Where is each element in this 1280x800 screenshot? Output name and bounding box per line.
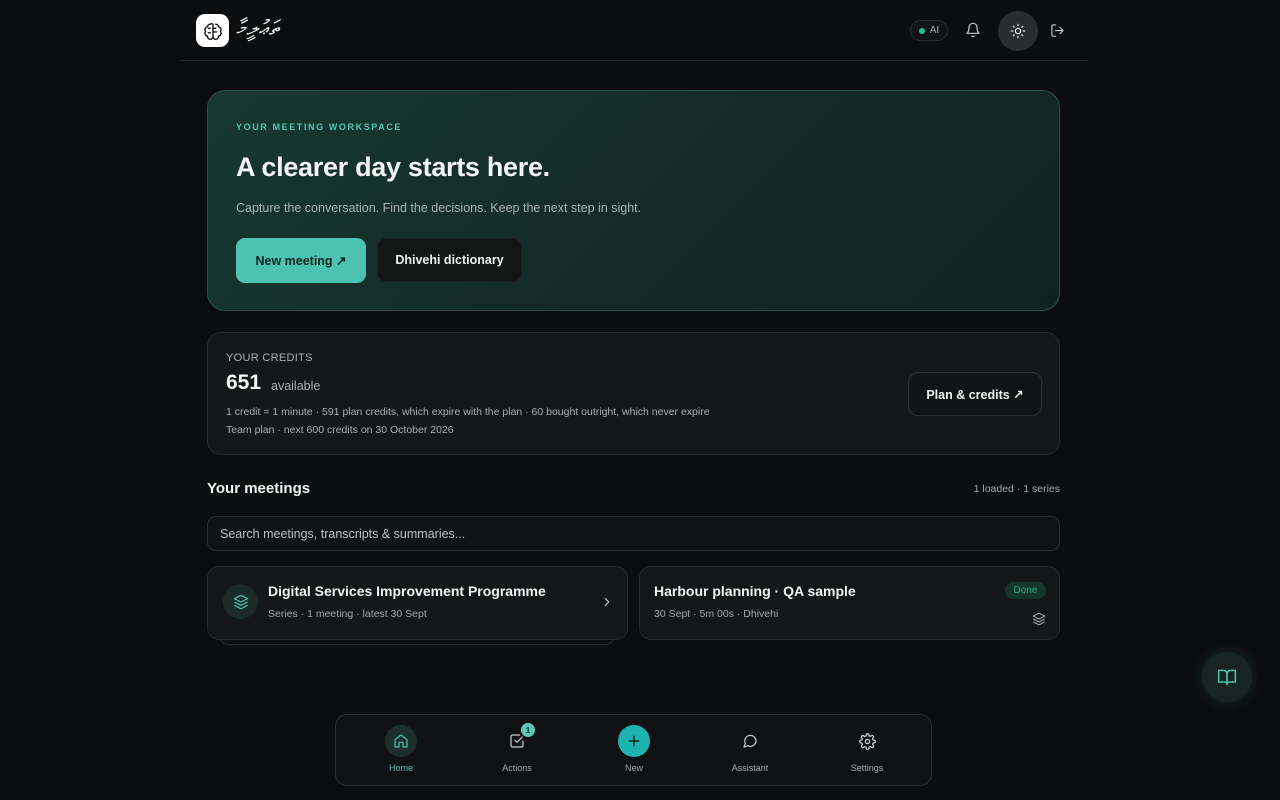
notifications-button[interactable] bbox=[963, 20, 983, 40]
dhivehi-dictionary-button[interactable]: Dhivehi dictionary bbox=[377, 238, 522, 282]
plan-credits-button[interactable]: Plan & credits ↗ bbox=[908, 372, 1042, 416]
new-meeting-button[interactable]: New meeting ↗ bbox=[236, 238, 366, 283]
layers-icon[interactable] bbox=[1032, 612, 1046, 626]
nav-assistant-label: Assistant bbox=[731, 763, 769, 773]
ai-label: AI bbox=[929, 25, 940, 36]
meeting-card-meta: 30 Sept · 5m 00s · Dhivehi bbox=[654, 608, 779, 620]
nav-settings[interactable]: Settings bbox=[827, 725, 907, 777]
meetings-heading: Your meetings bbox=[207, 480, 311, 497]
nav-assistant-icon-wrap bbox=[734, 725, 766, 757]
book-open-icon bbox=[1217, 669, 1237, 686]
nav-settings-label: Settings bbox=[850, 763, 884, 773]
dictionary-fab[interactable] bbox=[1202, 652, 1252, 702]
credits-amount: 651 bbox=[226, 371, 262, 394]
status-badge: Done bbox=[1005, 582, 1046, 599]
nav-actions[interactable]: 1 Actions bbox=[477, 723, 557, 777]
nav-new[interactable]: New bbox=[594, 725, 674, 777]
app-logo[interactable] bbox=[196, 14, 229, 47]
meeting-card[interactable]: Harbour planning · QA sample 30 Sept · 5… bbox=[639, 566, 1060, 640]
credits-card: YOUR CREDITS 651 available 1 credit = 1 … bbox=[207, 332, 1060, 455]
nav-new-label: New bbox=[624, 763, 643, 773]
series-icon-wrap bbox=[223, 584, 258, 619]
series-card-title: Digital Services Improvement Programme bbox=[268, 583, 546, 599]
series-card-meta: Series · 1 meeting · latest 30 Sept bbox=[268, 608, 427, 620]
logout-button[interactable] bbox=[1047, 20, 1067, 40]
credits-label: YOUR CREDITS bbox=[226, 352, 313, 364]
credits-plan-line: Team plan · next 600 credits on 30 Octob… bbox=[226, 424, 454, 436]
logout-icon bbox=[1050, 23, 1064, 37]
ai-status-pill[interactable]: AI bbox=[910, 20, 948, 41]
actions-count-badge: 1 bbox=[521, 723, 535, 737]
workspace-hero-card: YOUR MEETING WORKSPACE A clearer day sta… bbox=[207, 90, 1060, 311]
bottom-navigation: Home 1 Actions New Assistant Settings bbox=[335, 714, 932, 786]
sun-icon bbox=[1010, 23, 1026, 39]
nav-actions-label: Actions bbox=[502, 763, 532, 773]
nav-assistant[interactable]: Assistant bbox=[710, 725, 790, 777]
home-icon bbox=[394, 734, 408, 748]
brain-icon bbox=[203, 22, 222, 40]
brand-name: ތަޢުލީމާ bbox=[236, 16, 281, 40]
nav-settings-icon-wrap bbox=[851, 725, 883, 757]
meetings-count: 1 loaded · 1 series bbox=[973, 483, 1060, 495]
chat-icon bbox=[743, 734, 757, 748]
credits-detail: 1 credit = 1 minute · 591 plan credits, … bbox=[226, 406, 710, 418]
plus-icon bbox=[628, 735, 640, 747]
hero-title: A clearer day starts here. bbox=[236, 152, 550, 182]
chevron-right-icon bbox=[604, 597, 610, 607]
hero-kicker: YOUR MEETING WORKSPACE bbox=[236, 122, 403, 132]
meeting-card-title: Harbour planning · QA sample bbox=[654, 583, 856, 599]
nav-home-label: Home bbox=[388, 763, 413, 773]
nav-home-icon-wrap bbox=[385, 725, 417, 757]
meetings-search-input[interactable] bbox=[207, 516, 1060, 551]
gear-icon bbox=[858, 732, 876, 750]
nav-actions-icon-wrap: 1 bbox=[501, 723, 535, 757]
nav-new-icon-wrap bbox=[618, 725, 650, 757]
series-card[interactable]: Digital Services Improvement Programme S… bbox=[207, 566, 628, 640]
ai-status-dot bbox=[918, 27, 925, 34]
hero-subtitle: Capture the conversation. Find the decis… bbox=[236, 201, 642, 215]
layers-icon bbox=[233, 594, 248, 609]
bell-icon bbox=[966, 22, 980, 38]
credits-available-label: available bbox=[271, 379, 321, 393]
theme-toggle-button[interactable] bbox=[998, 11, 1038, 51]
top-header: ތަޢުލީމާ AI bbox=[180, 0, 1088, 61]
nav-home[interactable]: Home bbox=[361, 725, 441, 777]
